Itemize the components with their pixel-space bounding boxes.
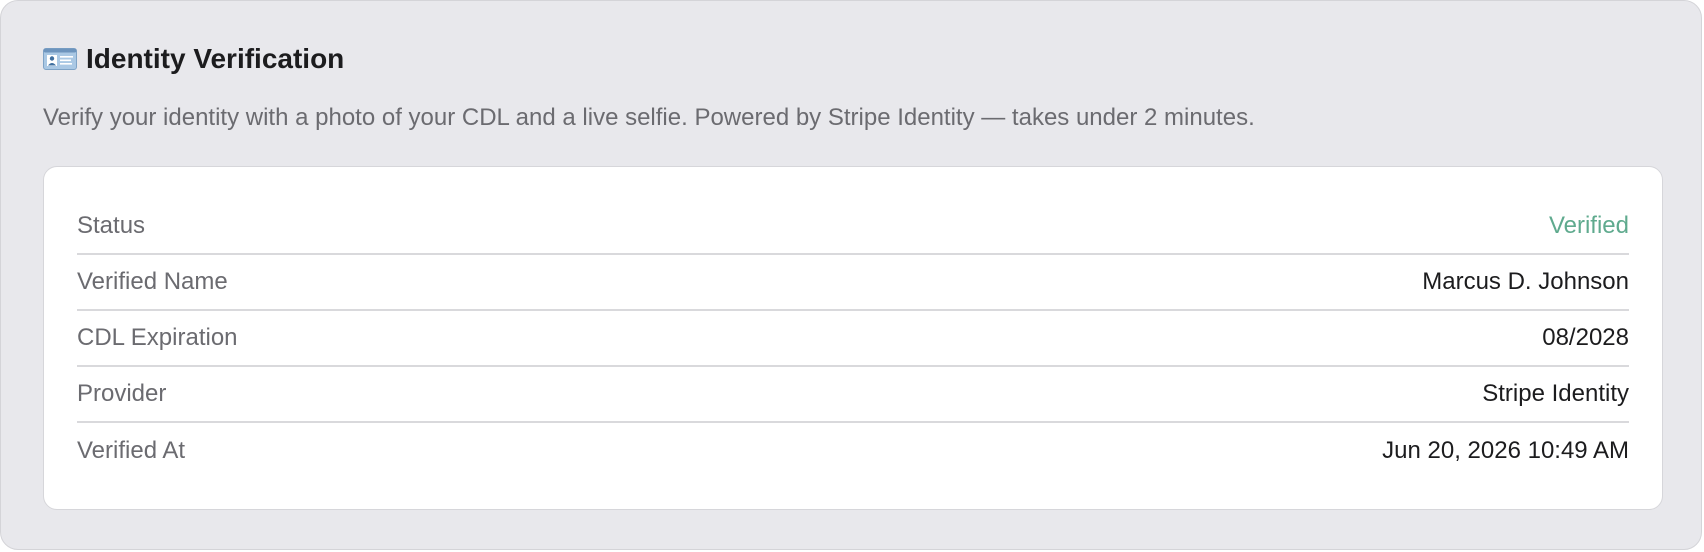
cdl-expiration-value: 08/2028: [1542, 324, 1629, 351]
cdl-expiration-row: CDL Expiration 08/2028: [77, 311, 1629, 367]
status-row: Status Verified: [77, 199, 1629, 255]
provider-label: Provider: [77, 380, 167, 407]
verified-name-label: Verified Name: [77, 268, 228, 295]
verified-name-value: Marcus D. Johnson: [1422, 268, 1629, 295]
status-value: Verified: [1548, 212, 1629, 239]
id-card-icon: [43, 48, 77, 70]
cdl-expiration-label: CDL Expiration: [77, 324, 238, 351]
verified-name-row: Verified Name Marcus D. Johnson: [77, 255, 1629, 311]
details-list: Status Verified Verified Name Marcus D. …: [77, 199, 1629, 479]
identity-verification-section: Identity Verification Verify your identi…: [0, 0, 1702, 550]
section-description: Verify your identity with a photo of you…: [43, 104, 1255, 131]
status-label: Status: [77, 212, 146, 239]
provider-value: Stripe Identity: [1482, 380, 1629, 407]
section-title: Identity Verification: [86, 43, 345, 74]
verified-at-label: Verified At: [77, 437, 186, 464]
verified-at-row: Verified At Jun 20, 2026 10:49 AM: [77, 423, 1629, 479]
section-header: Identity Verification: [43, 39, 344, 79]
provider-row: Provider Stripe Identity: [77, 367, 1629, 423]
verified-at-value: Jun 20, 2026 10:49 AM: [1382, 437, 1629, 464]
verification-details-card: Status Verified Verified Name Marcus D. …: [43, 166, 1663, 510]
